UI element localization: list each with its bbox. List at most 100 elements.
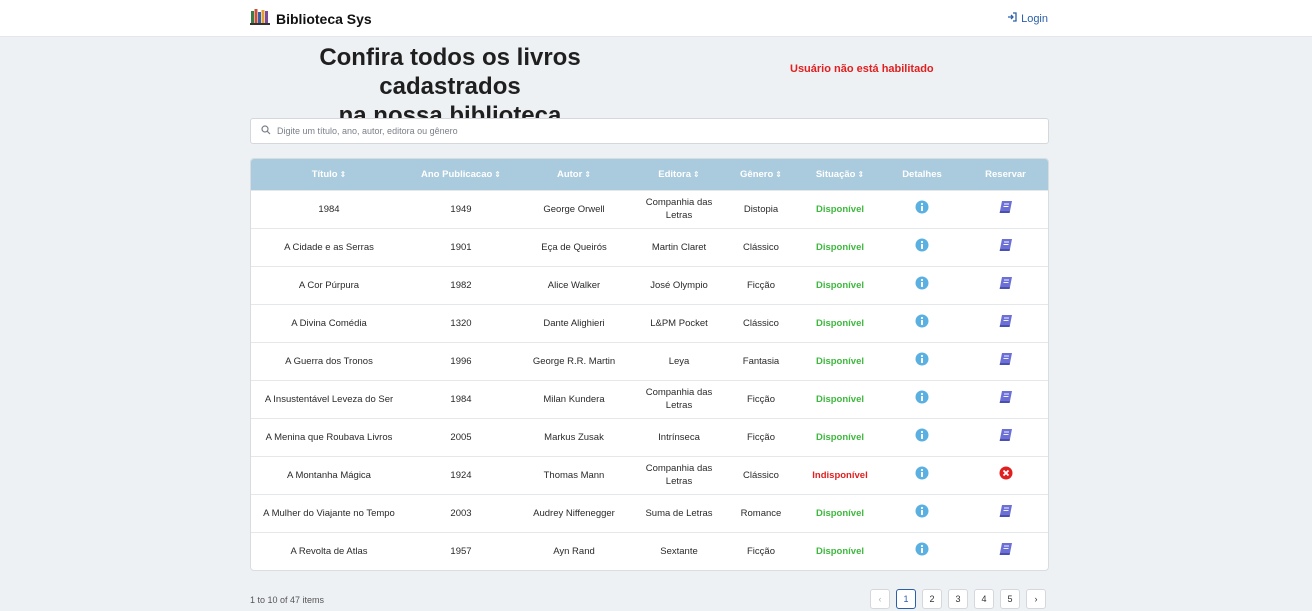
table-row: A Cor Púrpura 1982 Alice Walker José Olympi… xyxy=(251,265,1048,304)
cell-detalhes xyxy=(883,455,961,494)
pagination-page-5[interactable]: 5 xyxy=(1000,589,1020,609)
cell-genero: Distopia xyxy=(725,189,797,228)
cell-genero: Clássico xyxy=(725,227,797,266)
cell-titulo: A Insustentável Leveza do Ser xyxy=(251,379,407,418)
info-circle-icon[interactable] xyxy=(915,200,929,214)
cell-situacao: Indisponível xyxy=(797,455,883,494)
cell-autor: Alice Walker xyxy=(515,265,633,304)
cell-reservar xyxy=(961,265,1048,304)
cell-genero: Ficção xyxy=(725,379,797,418)
cell-reservar xyxy=(961,341,1048,380)
cell-detalhes xyxy=(883,341,961,380)
book-icon[interactable] xyxy=(998,276,1014,290)
cell-titulo: A Cidade e as Serras xyxy=(251,227,407,266)
cell-editora: Companhia das Letras xyxy=(633,189,725,228)
table-header-row: Título ⇕ Ano Publicacao ⇕ Autor ⇕ Editora ⇕ … xyxy=(251,159,1048,190)
cell-reservar xyxy=(961,189,1048,228)
cell-autor: Audrey Niffenegger xyxy=(515,493,633,532)
cell-situacao: Disponível xyxy=(797,227,883,266)
book-icon[interactable] xyxy=(998,352,1014,366)
bookshelf-icon xyxy=(250,8,270,31)
table-row: A Divina Comédia 1320 Dante Alighieri L&PM … xyxy=(251,303,1048,342)
cell-detalhes xyxy=(883,189,961,228)
column-header-ano[interactable]: Ano Publicacao ⇕ xyxy=(407,159,515,190)
cell-reservar xyxy=(961,379,1048,418)
cell-autor: Ayn Rand xyxy=(515,531,633,570)
pagination-page-3[interactable]: 3 xyxy=(948,589,968,609)
sort-icon: ⇕ xyxy=(775,169,782,179)
info-circle-icon[interactable] xyxy=(915,352,929,366)
cell-reservar xyxy=(961,531,1048,570)
book-icon[interactable] xyxy=(998,238,1014,252)
column-header-situacao[interactable]: Situação ⇕ xyxy=(797,159,883,190)
info-circle-icon[interactable] xyxy=(915,276,929,290)
page-title-line-1: Confira todos os livros cadastrados xyxy=(319,44,581,100)
column-header-reservar: Reservar xyxy=(961,159,1048,190)
book-icon[interactable] xyxy=(998,314,1014,328)
cell-reservar xyxy=(961,455,1048,494)
cell-detalhes xyxy=(883,227,961,266)
column-header-autor[interactable]: Autor ⇕ xyxy=(515,159,633,190)
x-circle-icon[interactable] xyxy=(999,466,1013,480)
cell-genero: Clássico xyxy=(725,455,797,494)
column-header-genero[interactable]: Gênero ⇕ xyxy=(725,159,797,190)
brand[interactable]: Biblioteca Sys xyxy=(250,8,372,30)
cell-autor: Milan Kundera xyxy=(515,379,633,418)
cell-situacao: Disponível xyxy=(797,493,883,532)
book-icon[interactable] xyxy=(998,390,1014,404)
cell-reservar xyxy=(961,303,1048,342)
cell-autor: Eça de Queirós xyxy=(515,227,633,266)
table-row: A Cidade e as Serras 1901 Eça de Queirós Ma… xyxy=(251,227,1048,266)
cell-detalhes xyxy=(883,531,961,570)
cell-genero: Romance xyxy=(725,493,797,532)
table-row: A Menina que Roubava Livros 2005 Markus Zu… xyxy=(251,417,1048,456)
cell-editora: Intrínseca xyxy=(633,417,725,456)
pagination-page-2[interactable]: 2 xyxy=(922,589,942,609)
book-icon[interactable] xyxy=(998,428,1014,442)
info-circle-icon[interactable] xyxy=(915,428,929,442)
cell-editora: Martin Claret xyxy=(633,227,725,266)
info-circle-icon[interactable] xyxy=(915,504,929,518)
cell-ano: 1984 xyxy=(407,379,515,418)
cell-ano: 1924 xyxy=(407,455,515,494)
info-circle-icon[interactable] xyxy=(915,390,929,404)
cell-situacao: Disponível xyxy=(797,341,883,380)
pagination-next-button[interactable]: › xyxy=(1026,589,1046,609)
cell-ano: 1957 xyxy=(407,531,515,570)
column-header-editora[interactable]: Editora ⇕ xyxy=(633,159,725,190)
search-input[interactable] xyxy=(277,126,1048,136)
login-link[interactable]: Login xyxy=(1007,12,1048,25)
pagination-page-1[interactable]: 1 xyxy=(896,589,916,609)
pagination-page-4[interactable]: 4 xyxy=(974,589,994,609)
cell-titulo: A Montanha Mágica xyxy=(251,455,407,494)
book-icon[interactable] xyxy=(998,200,1014,214)
cell-autor: George Orwell xyxy=(515,189,633,228)
cell-situacao: Disponível xyxy=(797,379,883,418)
table-row: 1984 1949 George Orwell Companhia das Letra… xyxy=(251,189,1048,228)
cell-editora: Companhia das Letras xyxy=(633,455,725,494)
brand-name: Biblioteca Sys xyxy=(276,11,372,27)
cell-situacao: Disponível xyxy=(797,265,883,304)
book-icon[interactable] xyxy=(998,504,1014,518)
cell-autor: Markus Zusak xyxy=(515,417,633,456)
cell-titulo: A Mulher do Viajante no Tempo xyxy=(251,493,407,532)
table-row: A Revolta de Atlas 1957 Ayn Rand Sextante Fi… xyxy=(251,531,1048,570)
cell-detalhes xyxy=(883,379,961,418)
cell-genero: Ficção xyxy=(725,265,797,304)
cell-situacao: Disponível xyxy=(797,531,883,570)
info-circle-icon[interactable] xyxy=(915,466,929,480)
pagination-prev-button[interactable]: ‹ xyxy=(870,589,890,609)
info-circle-icon[interactable] xyxy=(915,542,929,556)
pagination: ‹ 1 2 3 4 5 › xyxy=(870,589,1046,609)
info-circle-icon[interactable] xyxy=(915,314,929,328)
page-title: Confira todos os livros cadastrados na n… xyxy=(250,43,650,130)
cell-ano: 2005 xyxy=(407,417,515,456)
book-icon[interactable] xyxy=(998,542,1014,556)
column-header-titulo[interactable]: Título ⇕ xyxy=(251,159,407,190)
info-circle-icon[interactable] xyxy=(915,238,929,252)
books-table: Título ⇕ Ano Publicacao ⇕ Autor ⇕ Editora ⇕ … xyxy=(250,158,1049,571)
table-row: A Guerra dos Tronos 1996 George R.R. Marti… xyxy=(251,341,1048,380)
table-row: A Insustentável Leveza do Ser 1984 Milan K… xyxy=(251,379,1048,418)
user-status-warning: Usuário não está habilitado xyxy=(790,63,934,75)
cell-titulo: A Menina que Roubava Livros xyxy=(251,417,407,456)
